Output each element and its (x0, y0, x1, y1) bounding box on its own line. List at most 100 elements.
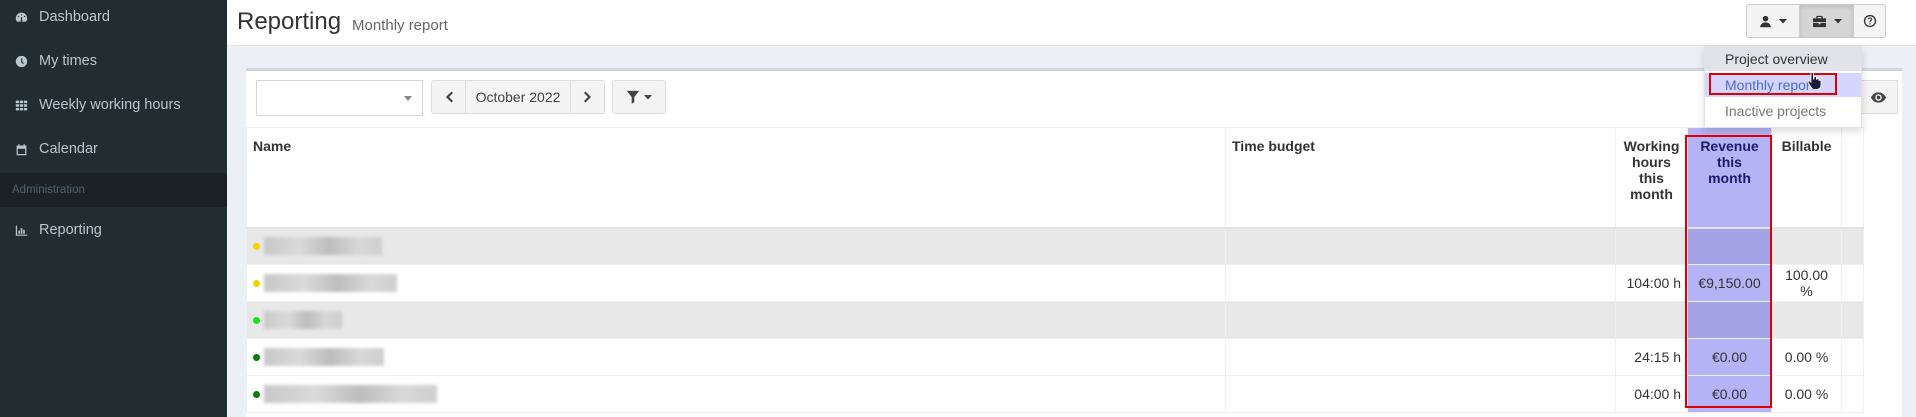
time-budget-cell (1225, 338, 1616, 376)
time-budget-cell (1225, 301, 1616, 339)
actions-cell (1841, 301, 1864, 339)
time-budget-cell (1225, 227, 1616, 265)
status-dot (253, 390, 260, 398)
column-header-time-budget[interactable]: Time budget (1225, 127, 1616, 229)
actions-cell (1841, 227, 1864, 265)
column-header-revenue[interactable]: Revenue this month (1687, 127, 1772, 229)
calendar-icon (14, 142, 28, 156)
menu-item-monthly-report[interactable]: Monthly report (1705, 73, 1861, 97)
grid-icon (14, 98, 28, 112)
redacted-name (264, 311, 342, 330)
monthly-report-table: Name Time budget Working hours this mont… (246, 127, 1864, 413)
customer-group-row (246, 227, 1864, 265)
billable-cell: 0.00 % (1771, 375, 1842, 413)
column-header-name[interactable]: Name (246, 127, 1226, 229)
sidebar-item-reporting[interactable]: Reporting (0, 208, 227, 252)
redacted-name (264, 237, 382, 256)
bar-chart-icon (14, 223, 28, 237)
project-select[interactable] (256, 80, 423, 116)
name-cell (246, 301, 1226, 339)
header-button-group (1746, 4, 1886, 38)
next-month-button[interactable] (570, 80, 605, 114)
redacted-name (264, 274, 397, 293)
column-header-billable[interactable]: Billable (1771, 127, 1842, 229)
actions-cell (1841, 338, 1864, 376)
caret-down-icon (1833, 19, 1842, 24)
working-hours-cell: 04:00 h (1615, 375, 1688, 413)
sidebar-item-label: My times (39, 53, 97, 69)
sidebar-item-label: Weekly working hours (39, 97, 181, 113)
filter-button[interactable] (612, 80, 666, 114)
chevron-right-icon (583, 91, 591, 103)
sidebar-item-calendar[interactable]: Calendar (0, 127, 227, 171)
previous-month-button[interactable] (431, 80, 466, 114)
briefcase-icon (1812, 15, 1826, 27)
working-hours-cell: 24:15 h (1615, 338, 1688, 376)
status-dot (253, 279, 260, 287)
time-budget-cell (1225, 375, 1616, 413)
table-header-row: Name Time budget Working hours this mont… (246, 127, 1864, 229)
table-row[interactable]: 04:00 h €0.00 0.00 % (246, 375, 1864, 413)
caret-down-icon (1779, 19, 1787, 24)
table-row[interactable]: 24:15 h €0.00 0.00 % (246, 338, 1864, 376)
name-cell (246, 338, 1226, 376)
revenue-cell (1687, 301, 1772, 339)
month-display[interactable]: October 2022 (465, 80, 571, 114)
name-cell (246, 227, 1226, 265)
column-visibility-button[interactable] (1858, 80, 1898, 114)
status-dot (253, 242, 260, 250)
user-icon (1760, 15, 1771, 27)
billable-cell (1771, 227, 1842, 265)
name-cell (246, 375, 1226, 413)
report-box: October 2022 Name Time budget Working ho… (246, 68, 1902, 417)
actions-cell (1841, 264, 1864, 302)
help-icon (1863, 14, 1876, 28)
page-title: Reporting (237, 8, 342, 35)
sidebar-item-dashboard[interactable]: Dashboard (0, 0, 227, 39)
help-button[interactable] (1854, 4, 1886, 38)
sidebar-section-header: Administration (0, 173, 227, 207)
status-dot (253, 316, 260, 324)
redacted-name (264, 348, 384, 367)
status-dot (253, 353, 260, 361)
chevron-left-icon (445, 91, 453, 103)
chevron-down-icon (404, 96, 412, 101)
revenue-cell: €0.00 (1687, 375, 1772, 413)
menu-item-project-overview[interactable]: Project overview (1705, 47, 1861, 71)
customer-group-row (246, 301, 1864, 339)
working-hours-cell (1615, 227, 1688, 265)
name-cell (246, 264, 1226, 302)
working-hours-cell: 104:00 h (1615, 264, 1688, 302)
billable-cell: 0.00 % (1771, 338, 1842, 376)
report-toolbar: October 2022 (246, 71, 1902, 127)
sidebar-item-label: Reporting (39, 222, 102, 238)
revenue-cell (1687, 227, 1772, 265)
hand-pointer-icon (1807, 72, 1822, 90)
sidebar-item-weekly-working-hours[interactable]: Weekly working hours (0, 83, 227, 127)
column-header-working-hours[interactable]: Working hours this month (1615, 127, 1688, 229)
reports-menu-button[interactable] (1800, 4, 1854, 38)
redacted-name (264, 385, 437, 404)
revenue-cell: €9,150.00 (1687, 264, 1772, 302)
caret-down-icon (644, 95, 652, 100)
working-hours-cell (1615, 301, 1688, 339)
user-menu-button[interactable] (1746, 4, 1800, 38)
billable-cell: 100.00 % (1771, 264, 1842, 302)
filter-icon (626, 90, 640, 104)
clock-icon (14, 54, 28, 68)
actions-cell (1841, 375, 1864, 413)
reports-dropdown-menu: Project overview Monthly report Inactive… (1704, 46, 1862, 128)
eye-icon (1870, 91, 1886, 103)
sidebar: Dashboard My times Weekly working hours … (0, 0, 227, 417)
column-header-actions (1841, 127, 1864, 229)
revenue-cell: €0.00 (1687, 338, 1772, 376)
sidebar-item-my-times[interactable]: My times (0, 39, 227, 83)
sidebar-item-label: Dashboard (39, 9, 110, 25)
time-budget-cell (1225, 264, 1616, 302)
page-subtitle: Monthly report (352, 17, 448, 34)
dashboard-icon (14, 10, 28, 24)
table-row[interactable]: 104:00 h €9,150.00 100.00 % (246, 264, 1864, 302)
menu-item-inactive-projects[interactable]: Inactive projects (1705, 99, 1861, 123)
top-header: Reporting Monthly report (227, 0, 1916, 46)
sidebar-item-label: Calendar (39, 141, 98, 157)
